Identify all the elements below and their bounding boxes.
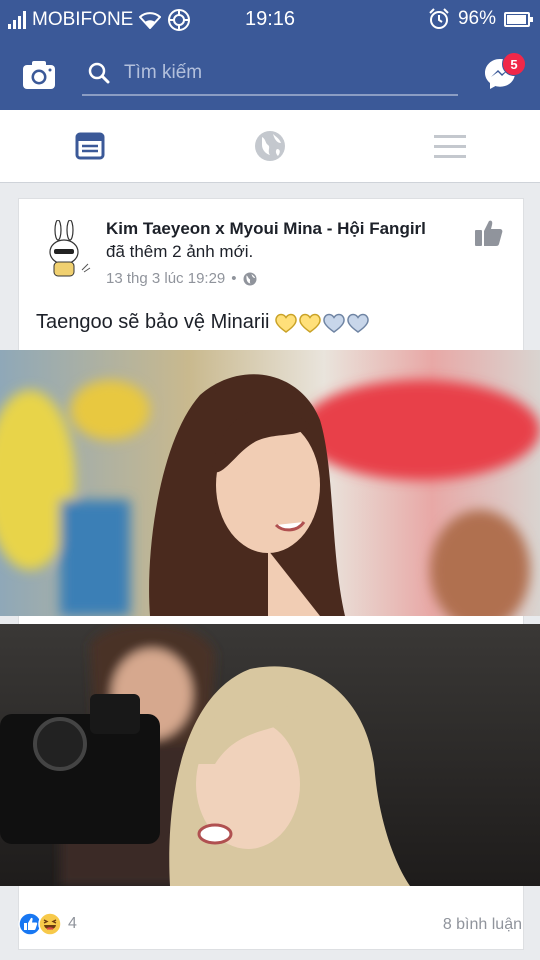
status-bar: MOBIFONE 19:16 96% bbox=[0, 0, 540, 38]
tab-news-feed[interactable] bbox=[0, 110, 180, 182]
camera-icon[interactable] bbox=[22, 56, 56, 92]
globe-icon bbox=[243, 272, 257, 285]
tab-notifications[interactable] bbox=[180, 110, 360, 182]
search-icon bbox=[88, 62, 110, 84]
battery-percent: 96% bbox=[457, 8, 496, 29]
like-page-icon[interactable] bbox=[474, 218, 504, 248]
alarm-icon bbox=[429, 8, 449, 29]
messenger-badge: 5 bbox=[502, 52, 526, 76]
globe-icon bbox=[255, 131, 285, 161]
yellow-heart-icon bbox=[299, 313, 322, 333]
post-meta: 13 thg 3 lúc 19:29 • bbox=[106, 270, 257, 287]
page-avatar[interactable] bbox=[36, 220, 96, 280]
hamburger-menu-icon bbox=[434, 135, 466, 158]
post-photo-1[interactable] bbox=[0, 350, 540, 616]
meta-separator: • bbox=[231, 270, 237, 287]
search-bar[interactable] bbox=[82, 52, 458, 96]
tab-menu[interactable] bbox=[360, 110, 540, 182]
post-action: đã thêm 2 ảnh mới. bbox=[106, 242, 254, 261]
comment-count[interactable]: 8 bình luận bbox=[443, 916, 522, 934]
reactions-summary[interactable]: 4 bbox=[18, 912, 77, 936]
haha-reaction-icon bbox=[38, 912, 62, 936]
tab-bar bbox=[0, 110, 540, 183]
news-feed-icon bbox=[75, 132, 105, 160]
heart-emojis bbox=[275, 313, 370, 333]
search-input[interactable] bbox=[122, 61, 446, 85]
page-name[interactable]: Kim Taeyeon x Myoui Mina - Hội Fangirl bbox=[106, 219, 426, 239]
battery-icon bbox=[504, 11, 533, 27]
top-bar: 5 bbox=[0, 38, 540, 110]
blue-heart-icon bbox=[323, 313, 346, 333]
post-photo-2[interactable] bbox=[0, 624, 540, 886]
yellow-heart-icon bbox=[275, 313, 298, 333]
blue-heart-icon bbox=[347, 313, 370, 333]
post-message: Taengoo sẽ bảo vệ Minarii bbox=[36, 311, 270, 333]
reaction-count: 4 bbox=[68, 915, 77, 932]
post-timestamp[interactable]: 13 thg 3 lúc 19:29 bbox=[106, 270, 225, 287]
post-text: Taengoo sẽ bảo vệ Minarii bbox=[36, 311, 370, 334]
